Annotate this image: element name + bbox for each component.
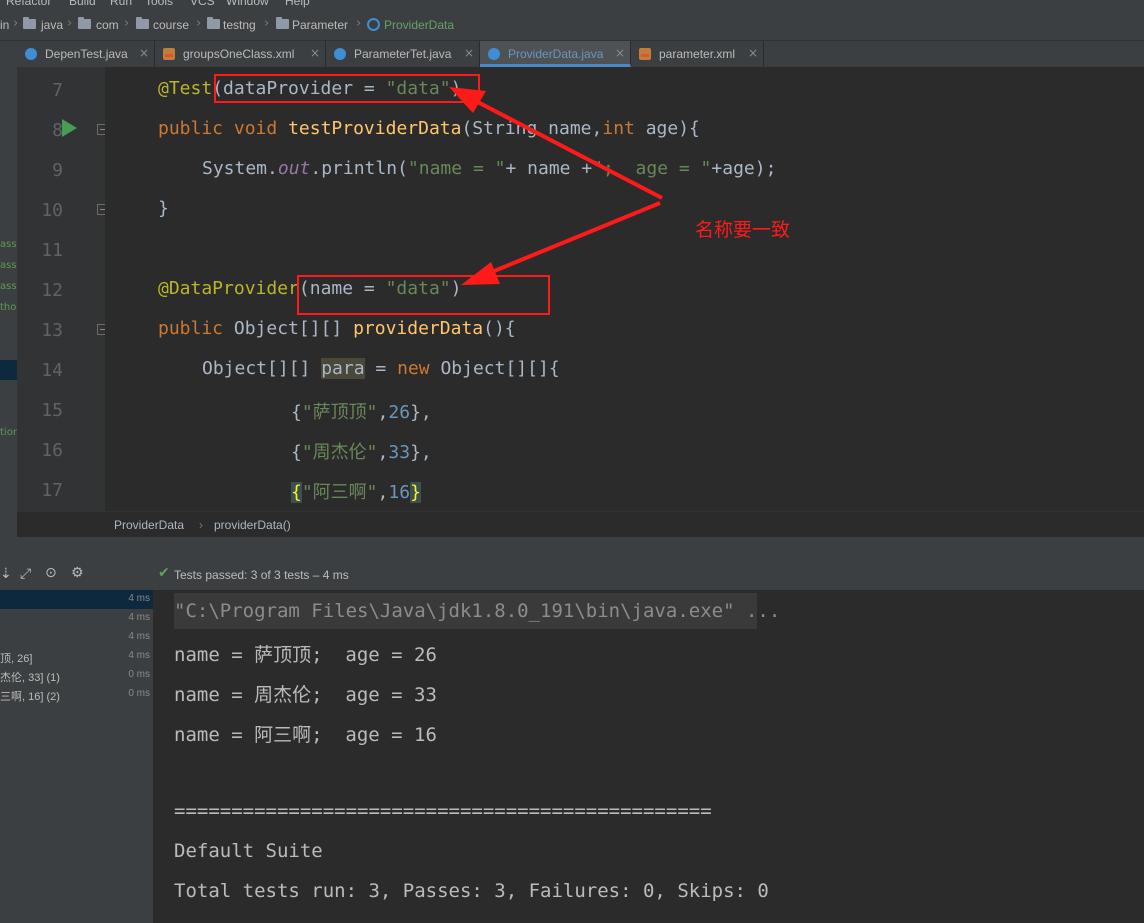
annotation-arrows <box>449 87 663 285</box>
annotation-note: 名称要一致 <box>695 219 791 241</box>
